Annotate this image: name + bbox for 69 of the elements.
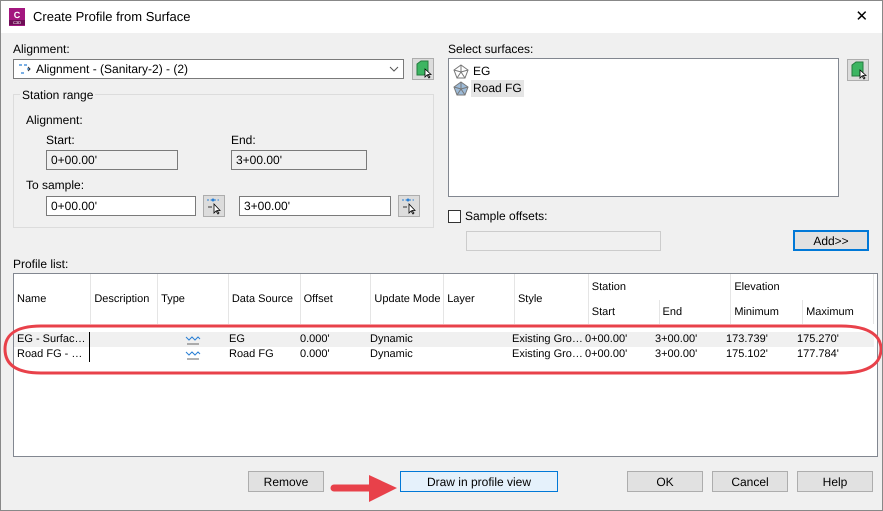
table-cell: 0+00.00' <box>585 347 628 362</box>
table-cell: EG - Surfac… <box>17 332 86 347</box>
table-cell: 175.102' <box>726 347 768 362</box>
column-header[interactable]: Style <box>514 274 588 324</box>
column-header[interactable]: Offset <box>300 274 371 324</box>
surface-item[interactable]: Road FG <box>471 80 524 97</box>
table-cell: Road FG <box>229 347 274 362</box>
table-cell: Road FG - … <box>17 347 82 362</box>
table-cell: EG <box>229 332 245 347</box>
column-header[interactable]: Name <box>14 274 91 324</box>
table-row[interactable]: EG - Surfac… EG 0.000' Dynamic Existing Gro… 0+00.00' 3+00.00' 173.739' 175.270' <box>14 332 874 347</box>
column-group-header: Station <box>588 274 731 300</box>
column-header[interactable]: Data Source <box>228 274 300 324</box>
column-header[interactable]: Layer <box>444 274 514 324</box>
profile-type-icon <box>184 334 200 346</box>
column-header[interactable]: Type <box>158 274 228 324</box>
column-header[interactable]: End <box>659 300 731 324</box>
dialog-button[interactable]: Draw in profile view <box>400 471 558 492</box>
checkbox-label: Sample offsets: <box>465 208 548 225</box>
dialog-button[interactable]: OK <box>627 471 703 492</box>
table-cell: Dynamic <box>370 332 413 347</box>
surface-icon <box>453 81 469 96</box>
pick-station-button[interactable] <box>203 195 225 217</box>
pick-surface-button[interactable] <box>847 59 869 81</box>
surface-item[interactable]: EG <box>471 63 492 80</box>
profile-type-icon <box>184 348 200 360</box>
field-label: To sample: <box>26 177 84 192</box>
field-label: End: <box>231 132 256 147</box>
column-header[interactable]: Update Mode <box>370 274 444 324</box>
field-label: Profile list: <box>13 257 68 271</box>
column-header[interactable]: Description <box>90 274 158 324</box>
surface-icon <box>453 64 469 79</box>
add-button[interactable]: Add>> <box>793 230 869 251</box>
dialog-button[interactable]: Cancel <box>712 471 788 492</box>
start-field: 0+00.00' <box>46 150 178 170</box>
column-header[interactable]: Minimum <box>730 300 803 324</box>
sample-start-field[interactable]: 0+00.00' <box>46 196 196 216</box>
table-cell: 3+00.00' <box>655 347 698 362</box>
dialog-button[interactable]: Help <box>797 471 873 492</box>
column-header[interactable]: Maximum <box>802 300 874 324</box>
surfaces-list[interactable]: EG Road FG <box>448 58 839 197</box>
column-group-header: Elevation <box>730 274 874 300</box>
pick-alignment-button[interactable] <box>412 58 434 80</box>
window-title: Create Profile from Surface <box>33 8 191 26</box>
chevron-down-icon <box>389 66 399 72</box>
section-label: Alignment: <box>26 112 84 127</box>
table-cell: 177.784' <box>797 347 839 362</box>
field-label: Start: <box>46 132 75 147</box>
end-field: 3+00.00' <box>231 150 367 170</box>
table-cell: 0.000' <box>300 332 330 347</box>
close-button[interactable]: ✕ <box>842 1 882 33</box>
dialog-button[interactable]: Remove <box>248 471 324 492</box>
sample-end-field[interactable]: 3+00.00' <box>239 196 391 216</box>
alignment-icon <box>18 63 32 75</box>
sample-offsets-checkbox[interactable] <box>448 210 461 222</box>
table-cell: 0+00.00' <box>585 332 628 347</box>
table-cell: Existing Gro… <box>512 332 583 347</box>
table-cell: 173.739' <box>726 332 768 347</box>
annotation-arrow <box>330 475 397 502</box>
table-cell: 3+00.00' <box>655 332 698 347</box>
table-cell: Dynamic <box>370 347 413 362</box>
table-cell: Existing Gro… <box>512 347 583 362</box>
table-cell: 0.000' <box>300 347 330 362</box>
alignment-dropdown[interactable]: Alignment - (Sanitary-2) - (2) <box>13 59 404 79</box>
field-label: Alignment: <box>13 41 71 57</box>
table-cell: 175.270' <box>797 332 839 347</box>
pick-station-button[interactable] <box>398 195 420 217</box>
field-label: Select surfaces: <box>448 41 534 57</box>
column-header[interactable]: Start <box>588 300 660 324</box>
